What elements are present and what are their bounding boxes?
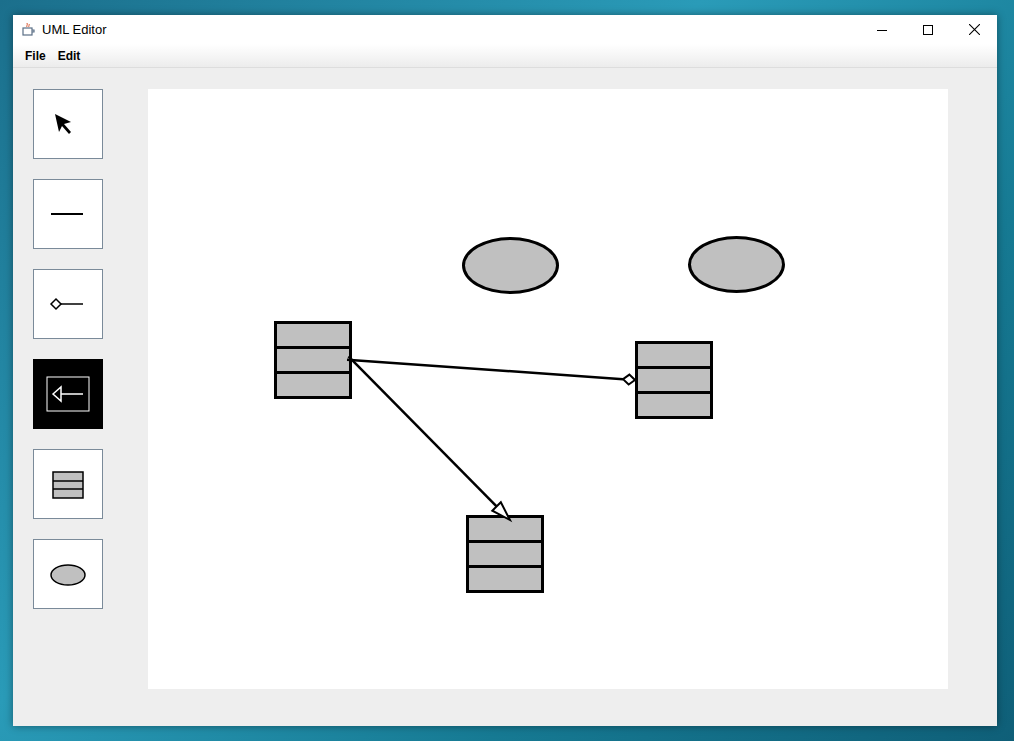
maximize-icon [923,25,933,35]
usecase-node[interactable] [688,236,785,293]
class-node[interactable] [274,321,352,399]
menu-bar: FileEdit [13,44,997,68]
usecase-icon [43,554,93,594]
toolbar [33,89,103,689]
title-bar[interactable]: UML Editor [13,15,997,44]
links-layer [148,89,948,689]
tool-button[interactable] [33,179,103,249]
generalization-icon [43,374,93,414]
tool-button[interactable] [33,359,103,429]
usecase-node[interactable] [462,237,559,294]
class-node[interactable] [466,515,544,593]
menu-item[interactable]: Edit [52,45,87,67]
class-node[interactable] [635,341,713,419]
canvas[interactable] [148,89,948,689]
close-icon [969,24,980,35]
minimize-icon [877,25,887,35]
minimize-button[interactable] [859,15,905,44]
composition-link[interactable] [347,360,635,385]
java-icon [21,22,37,38]
tool-button[interactable] [33,539,103,609]
composition-icon [43,284,93,324]
window-title: UML Editor [42,20,107,40]
tool-button[interactable] [33,449,103,519]
maximize-button[interactable] [905,15,951,44]
menu-item[interactable]: File [19,45,52,67]
select-icon [43,104,93,144]
generalization-link[interactable] [348,356,509,520]
tool-button[interactable] [33,89,103,159]
class-icon [43,464,93,504]
app-window: UML Editor FileEdit [13,15,997,726]
close-button[interactable] [951,15,997,44]
association-icon [43,194,93,234]
tool-button[interactable] [33,269,103,339]
